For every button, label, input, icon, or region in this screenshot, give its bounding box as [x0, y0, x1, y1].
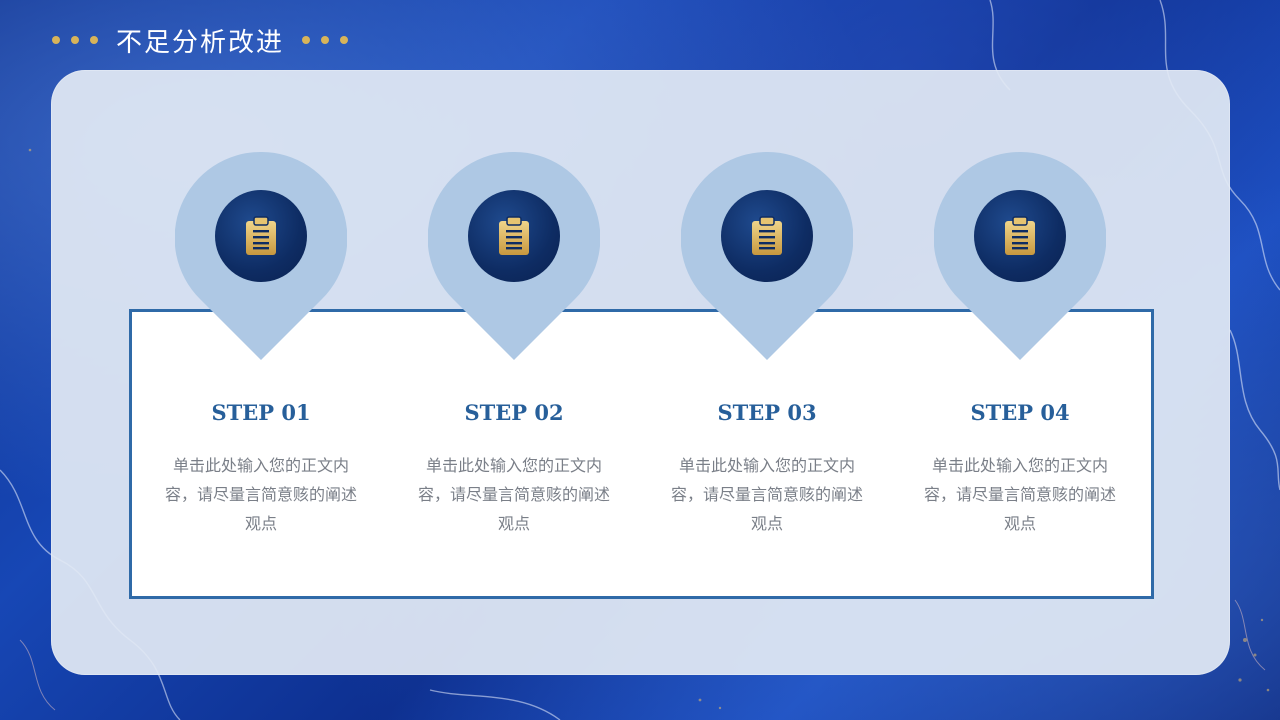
- dot-icon: [321, 36, 330, 44]
- dot-icon: [71, 36, 79, 44]
- clipboard-icon: [499, 216, 529, 255]
- clipboard-icon: [246, 216, 276, 255]
- step-description: 单击此处输入您的正文内容，请尽量言简意赅的阐述观点: [164, 456, 357, 533]
- dot-icon: [52, 36, 60, 44]
- step-card-2: STEP 02 单击此处输入您的正文内容，请尽量言简意赅的阐述观点: [418, 152, 610, 552]
- dot-icon: [340, 36, 349, 44]
- step-title: STEP 02: [464, 400, 564, 425]
- decorative-dots-left: [52, 36, 98, 44]
- icon-badge: [974, 190, 1066, 282]
- step-description: 单击此处输入您的正文内容，请尽量言简意赅的阐述观点: [670, 456, 863, 533]
- decorative-dots-right: [302, 36, 349, 44]
- dot-icon: [90, 36, 98, 44]
- step-card-4: STEP 04 单击此处输入您的正文内容，请尽量言简意赅的阐述观点: [924, 152, 1116, 552]
- clipboard-icon: [752, 216, 782, 255]
- step-title: STEP 01: [211, 400, 311, 425]
- step-description: 单击此处输入您的正文内容，请尽量言简意赅的阐述观点: [417, 456, 610, 533]
- page-title: 不足分析改进: [116, 27, 285, 58]
- step-description: 单击此处输入您的正文内容，请尽量言简意赅的阐述观点: [923, 456, 1116, 533]
- icon-badge: [721, 190, 813, 282]
- icon-badge: [468, 190, 560, 282]
- step-card-1: STEP 01 单击此处输入您的正文内容，请尽量言简意赅的阐述观点: [165, 152, 357, 552]
- slide-header: 不足分析改进: [52, 22, 349, 58]
- step-card-3: STEP 03 单击此处输入您的正文内容，请尽量言简意赅的阐述观点: [671, 152, 863, 552]
- step-title: STEP 04: [970, 400, 1070, 425]
- dot-icon: [302, 36, 311, 44]
- step-title: STEP 03: [717, 400, 817, 425]
- icon-badge: [215, 190, 307, 282]
- clipboard-icon: [1005, 216, 1035, 255]
